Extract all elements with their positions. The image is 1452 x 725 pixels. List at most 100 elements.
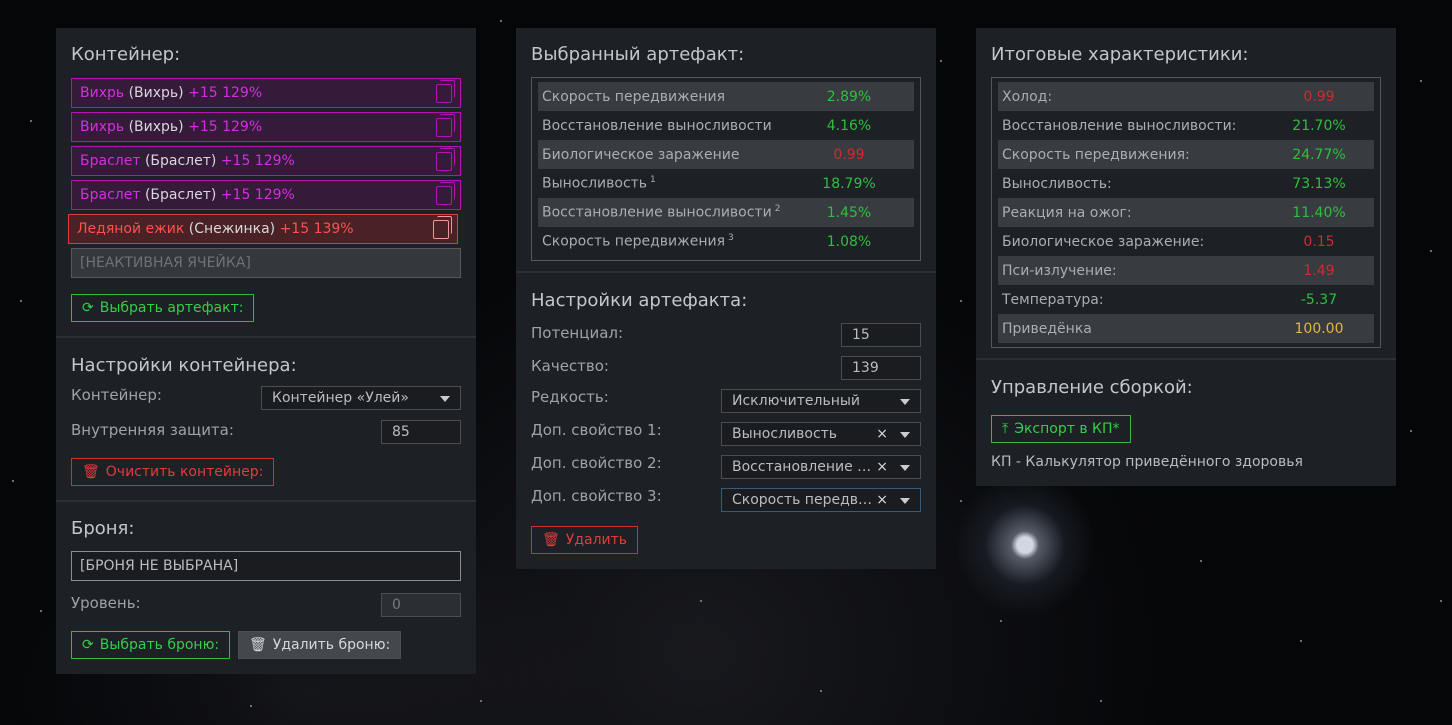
stat-value: 11.40% <box>1292 204 1346 221</box>
container-slot[interactable]: Ледяной ежик (Снежинка) +15 139% <box>68 214 458 244</box>
extra1-select[interactable]: Выносливость × <box>721 422 921 446</box>
chevron-down-icon <box>440 396 450 402</box>
choose-armor-label: Выбрать броню: <box>99 637 220 653</box>
stat-label: Выносливость 1 <box>542 175 656 192</box>
stat-row: Биологическое заражение: 0.15 <box>998 227 1374 256</box>
clear-icon[interactable]: × <box>876 456 888 478</box>
extra3-select[interactable]: Скорость передвижения × <box>721 488 921 512</box>
rarity-select[interactable]: Исключительный <box>721 389 921 413</box>
slot-artifact-level: +15 129% <box>220 153 295 169</box>
star <box>30 120 32 122</box>
total-stats-title: Итоговые характеристики: <box>991 44 1249 65</box>
slot-artifact-type: (Вихрь) <box>128 119 184 135</box>
extra3-label: Доп. свойство 3: <box>531 487 662 505</box>
clear-icon[interactable]: × <box>876 489 888 511</box>
stat-value: 0.15 <box>1303 233 1335 250</box>
inner-protection-input[interactable]: 85 <box>381 420 461 444</box>
container-slot[interactable]: Браслет (Браслет) +15 129% <box>71 180 461 210</box>
divider <box>516 271 936 273</box>
artifact-settings-title: Настройки артефакта: <box>531 290 748 311</box>
container-slot[interactable]: Вихрь (Вихрь) +15 129% <box>71 78 461 108</box>
stat-value: 24.77% <box>1292 146 1346 163</box>
slot-artifact-type: (Браслет) <box>144 187 217 203</box>
trash-icon: 🗑 <box>249 637 267 653</box>
rarity-select-value: Исключительный <box>732 393 861 409</box>
extra2-select-value: Восстановление выносливости <box>732 459 877 475</box>
stat-label: Восстановление выносливости <box>542 117 772 134</box>
stat-label: Выносливость: <box>1002 175 1112 192</box>
stat-row: Восстановление выносливости 2 1.45% <box>538 198 914 227</box>
container-slot[interactable]: Вихрь (Вихрь) +15 129% <box>71 112 461 142</box>
slot-artifact-level: +15 129% <box>188 85 263 101</box>
stat-label: Скорость передвижения: <box>1002 146 1190 163</box>
delete-artifact-label: Удалить <box>565 532 628 548</box>
armor-field[interactable]: [БРОНЯ НЕ ВЫБРАНА] <box>71 551 461 581</box>
star <box>20 300 22 302</box>
build-management-title: Управление сборкой: <box>991 377 1193 398</box>
quality-input[interactable]: 139 <box>841 356 921 380</box>
artifact-stats-table: Скорость передвижения 2.89% Восстановление… <box>531 77 921 261</box>
stat-row: Холод: 0.99 <box>998 82 1374 111</box>
stat-label: Приведёнка <box>1002 320 1092 337</box>
refresh-icon: ⟳ <box>82 637 94 653</box>
stat-value: 4.16% <box>826 117 872 134</box>
star <box>1410 430 1412 432</box>
copy-icon[interactable] <box>436 182 455 205</box>
choose-artifact-label: Выбрать артефакт: <box>99 300 244 316</box>
upload-icon: ⤒ <box>1002 421 1009 437</box>
star <box>1100 700 1102 702</box>
divider <box>56 500 476 502</box>
container-title: Контейнер: <box>71 44 181 65</box>
quality-label: Качество: <box>531 357 609 375</box>
stat-row: Пси-излучение: 1.49 <box>998 256 1374 285</box>
stat-value: 2.89% <box>826 88 872 105</box>
stat-row: Скорость передвижения: 24.77% <box>998 140 1374 169</box>
stat-row: Выносливость 1 18.79% <box>538 169 914 198</box>
selected-artifact-title: Выбранный артефакт: <box>531 44 745 65</box>
armor-level-input: 0 <box>381 593 461 617</box>
container-select[interactable]: Контейнер «Улей» <box>261 386 461 410</box>
stat-row: Биологическое заражение 0.99 <box>538 140 914 169</box>
slot-artifact-name: Браслет <box>80 187 141 203</box>
star <box>1430 250 1432 252</box>
stat-row: Восстановление выносливости: 21.70% <box>998 111 1374 140</box>
stat-value: 1.49 <box>1303 262 1335 279</box>
divider <box>976 358 1396 360</box>
potential-input[interactable]: 15 <box>841 323 921 347</box>
star <box>40 610 42 612</box>
star <box>1440 600 1442 602</box>
star <box>12 480 14 482</box>
extra2-label: Доп. свойство 2: <box>531 454 662 472</box>
export-button[interactable]: ⤒ Экспорт в КП* <box>991 415 1131 443</box>
copy-icon[interactable] <box>433 216 452 239</box>
inactive-slot: [НЕАКТИВНАЯ ЯЧЕЙКА] <box>71 248 461 278</box>
chevron-down-icon <box>900 498 910 504</box>
container-slot[interactable]: Браслет (Браслет) +15 129% <box>71 146 461 176</box>
star <box>1300 640 1302 642</box>
choose-armor-button[interactable]: ⟳ Выбрать броню: <box>71 631 231 659</box>
stat-row: Температура: -5.37 <box>998 285 1374 314</box>
clear-container-label: Очистить контейнер: <box>105 464 264 480</box>
stat-row: Реакция на ожог: 11.40% <box>998 198 1374 227</box>
copy-icon[interactable] <box>436 80 455 103</box>
container-settings-title: Настройки контейнера: <box>71 355 297 376</box>
delete-armor-button[interactable]: 🗑 Удалить броню: <box>238 631 402 659</box>
stat-footnote: 3 <box>728 233 734 244</box>
clear-icon[interactable]: × <box>876 423 888 445</box>
clear-container-button[interactable]: 🗑 Очистить контейнер: <box>71 458 275 486</box>
chevron-down-icon <box>900 432 910 438</box>
copy-icon[interactable] <box>436 148 455 171</box>
choose-artifact-button[interactable]: ⟳ Выбрать артефакт: <box>71 294 255 322</box>
stat-label: Температура: <box>1002 291 1104 308</box>
star <box>1000 620 1002 622</box>
stat-value: -5.37 <box>1300 291 1338 308</box>
stat-label: Биологическое заражение <box>542 146 740 163</box>
star <box>960 300 962 302</box>
star <box>1420 80 1422 82</box>
stat-label: Восстановление выносливости 2 <box>542 204 781 221</box>
extra2-select[interactable]: Восстановление выносливости × <box>721 455 921 479</box>
stat-value: 0.99 <box>1303 88 1335 105</box>
delete-artifact-button[interactable]: 🗑 Удалить <box>531 526 639 554</box>
stat-label: Пси-излучение: <box>1002 262 1117 279</box>
copy-icon[interactable] <box>436 114 455 137</box>
